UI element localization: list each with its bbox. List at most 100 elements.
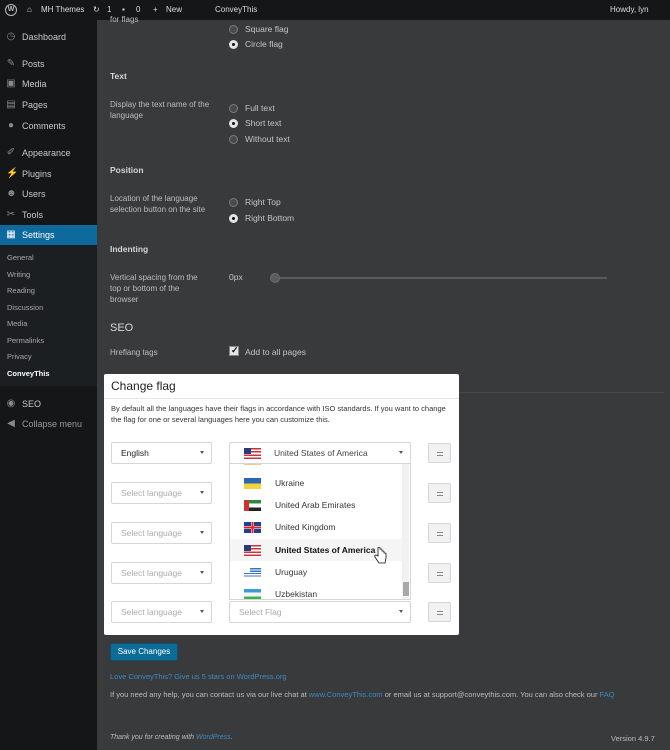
option-short-text: Short text (245, 118, 282, 128)
language-select-4[interactable]: Select language (111, 562, 212, 584)
reorder-button-5[interactable] (428, 602, 451, 622)
faq-link[interactable]: FAQ (600, 690, 615, 699)
option-circle-flag: Circle flag (245, 39, 283, 49)
hreflang-label: Hreflang tags (110, 348, 158, 357)
hand-cursor-icon (374, 547, 387, 564)
language-select-1[interactable]: English (111, 442, 212, 464)
help-text: If you need any help, you can contact us… (110, 690, 615, 699)
option-right-top: Right Top (245, 197, 281, 207)
indenting-heading: Indenting (110, 244, 149, 254)
sidebar-item-appearance[interactable]: ✐ Appearance (0, 143, 97, 163)
flag-dropdown-list[interactable]: Ukraine United Arab Emirates United King… (229, 463, 411, 600)
save-changes-button[interactable]: Save Changes (110, 643, 178, 661)
dropdown-scrollbar-thumb[interactable] (403, 582, 409, 596)
sidebar-item-tools[interactable]: ✂ Tools (0, 205, 97, 225)
sidebar-item-comments[interactable]: ● Comments (0, 116, 97, 136)
radio-right-bottom[interactable] (229, 214, 238, 223)
sidebar-item-dashboard[interactable]: ◷ Dashboard (0, 27, 97, 47)
option-without-text: Without text (245, 134, 290, 144)
text-description: Display the text name of the language (110, 100, 210, 120)
conveythis-site-link[interactable]: www.ConveyThis.com (309, 690, 383, 699)
submenu-privacy[interactable]: Privacy (7, 349, 32, 365)
wordpress-link[interactable]: WordPress (196, 734, 231, 741)
text-heading: Text (110, 71, 127, 81)
media-icon: ▣ (6, 78, 16, 89)
updates-icon[interactable]: ↻ (93, 0, 100, 20)
flag-option-uae[interactable]: United Arab Emirates (230, 494, 402, 516)
submenu-general[interactable]: General (7, 250, 34, 266)
uzbekistan-flag-icon (244, 589, 261, 599)
chevron-down-icon (200, 571, 204, 574)
chevron-down-icon (200, 531, 204, 534)
modal-title: Change flag (111, 379, 176, 393)
plug-icon: ⚡ (6, 168, 19, 179)
language-select-2[interactable]: Select language (111, 482, 212, 504)
conveythis-link[interactable]: ConveyThis (215, 0, 257, 20)
admin-bar: W ⌂ MH Themes ↻ 1 ▪ 0 + New ConveyThis H… (0, 0, 670, 20)
version-text: Version 4.9.7 (611, 734, 655, 743)
submenu-conveythis[interactable]: ConveyThis (7, 366, 50, 382)
pin-icon: ✎ (6, 58, 16, 69)
home-icon[interactable]: ⌂ (27, 0, 32, 20)
site-name-link[interactable]: MH Themes (41, 0, 84, 20)
plus-icon[interactable]: + (153, 0, 158, 20)
hreflang-option: Add to all pages (245, 347, 306, 357)
hreflang-checkbox[interactable] (229, 345, 239, 356)
new-link[interactable]: New (166, 0, 182, 20)
dropdown-scrollbar[interactable] (402, 464, 409, 599)
collapse-menu-button[interactable]: ◀ Collapse menu (0, 414, 97, 434)
submenu-permalinks[interactable]: Permalinks (7, 333, 44, 349)
submenu-writing[interactable]: Writing (7, 267, 30, 283)
option-square-flag: Square flag (245, 24, 289, 34)
rate-us-link[interactable]: Love ConveyThis? Give us 5 stars on Word… (110, 672, 287, 681)
indent-slider-track[interactable] (272, 277, 607, 279)
flags-label: for flags (110, 15, 139, 24)
reorder-button-3[interactable] (428, 523, 451, 543)
submenu-media[interactable]: Media (7, 316, 27, 332)
flag-icon (244, 464, 261, 469)
radio-square-flag[interactable] (229, 25, 238, 34)
flag-option-ukraine[interactable]: Ukraine (230, 472, 402, 494)
chevron-down-icon (399, 610, 403, 613)
sidebar-item-seo[interactable]: ◉ SEO (0, 394, 97, 414)
dashboard-icon: ◷ (6, 31, 16, 42)
reorder-button-2[interactable] (428, 483, 451, 503)
reorder-button-4[interactable] (428, 563, 451, 583)
sidebar-item-users[interactable]: ☻ Users (0, 184, 97, 204)
howdy-user[interactable]: Howdy, lyn (610, 0, 649, 20)
sidebar-item-pages[interactable]: ▤ Pages (0, 95, 97, 115)
option-full-text: Full text (245, 103, 275, 113)
radio-right-top[interactable] (229, 198, 238, 207)
radio-without-text[interactable] (229, 135, 238, 144)
ukraine-flag-icon (244, 478, 261, 489)
submenu-discussion[interactable]: Discussion (7, 300, 43, 316)
flag-option-uk[interactable]: United Kingdom (230, 516, 402, 538)
reorder-button-1[interactable] (428, 443, 451, 463)
flag-option-uzbekistan[interactable]: Uzbekistan (230, 583, 402, 599)
settings-submenu: General Writing Reading Discussion Media… (0, 245, 97, 386)
language-select-3[interactable]: Select language (111, 522, 212, 544)
submenu-reading[interactable]: Reading (7, 283, 35, 299)
flag-select-5[interactable]: Select Flag (229, 601, 411, 623)
seo-icon: ◉ (6, 398, 16, 409)
wordpress-logo-icon[interactable]: W (5, 4, 17, 16)
radio-circle-flag[interactable] (229, 40, 238, 49)
uk-flag-icon (244, 522, 261, 533)
footer-thanks: Thank you for creating with WordPress. (110, 734, 233, 741)
modal-divider (104, 398, 459, 399)
pages-icon: ▤ (6, 99, 16, 110)
sidebar-item-posts[interactable]: ✎ Posts (0, 54, 97, 74)
radio-full-text[interactable] (229, 104, 238, 113)
sidebar-item-media[interactable]: ▣ Media (0, 74, 97, 94)
sidebar-item-settings[interactable]: ▦ Settings (0, 225, 97, 245)
radio-short-text[interactable] (229, 119, 238, 128)
brush-icon: ✐ (6, 147, 16, 158)
indent-slider-thumb[interactable] (270, 273, 280, 283)
language-select-5[interactable]: Select language (111, 601, 212, 623)
us-flag-icon (244, 448, 261, 459)
change-flag-modal: Change flag By default all the languages… (104, 374, 459, 635)
flag-select-1[interactable]: United States of America (229, 442, 411, 464)
sidebar-item-plugins[interactable]: ⚡ Plugins (0, 164, 97, 184)
comment-icon: ● (7, 120, 15, 131)
indent-value: 0px (229, 272, 243, 282)
